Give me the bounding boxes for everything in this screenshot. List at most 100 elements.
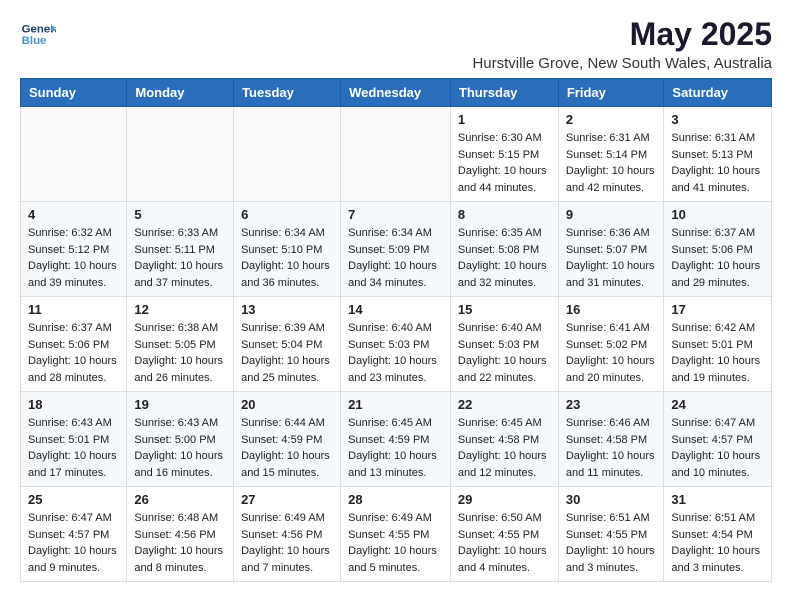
daylight-text: Daylight: 10 hours and 44 minutes.	[458, 163, 551, 196]
daylight-text: Daylight: 10 hours and 11 minutes.	[566, 448, 657, 481]
daylight-text: Daylight: 10 hours and 34 minutes.	[348, 258, 443, 291]
day-info: Sunrise: 6:49 AMSunset: 4:56 PMDaylight:…	[241, 510, 333, 576]
table-row: 23 Sunrise: 6:46 AMSunset: 4:58 PMDayligh…	[558, 392, 664, 487]
sunset-text: Sunset: 4:55 PM	[458, 527, 551, 544]
sunrise-text: Sunrise: 6:43 AM	[28, 415, 119, 432]
daylight-text: Daylight: 10 hours and 3 minutes.	[671, 543, 764, 576]
table-row	[234, 107, 341, 202]
daylight-text: Daylight: 10 hours and 37 minutes.	[134, 258, 226, 291]
daylight-text: Daylight: 10 hours and 4 minutes.	[458, 543, 551, 576]
day-info: Sunrise: 6:50 AMSunset: 4:55 PMDaylight:…	[458, 510, 551, 576]
sunrise-text: Sunrise: 6:40 AM	[458, 320, 551, 337]
table-row: 6Sunrise: 6:34 AMSunset: 5:10 PMDaylight…	[234, 202, 341, 297]
sunset-text: Sunset: 4:56 PM	[241, 527, 333, 544]
sunrise-text: Sunrise: 6:46 AM	[566, 415, 657, 432]
day-info: Sunrise: 6:51 AMSunset: 4:54 PMDaylight:…	[671, 510, 764, 576]
day-info: Sunrise: 6:44 AMSunset: 4:59 PMDaylight:…	[241, 415, 333, 481]
sunset-text: Sunset: 5:05 PM	[134, 337, 226, 354]
sunrise-text: Sunrise: 6:49 AM	[348, 510, 443, 527]
table-row	[21, 107, 127, 202]
day-info: Sunrise: 6:43 AMSunset: 5:00 PMDaylight:…	[134, 415, 226, 481]
calendar-week-row: 18 Sunrise: 6:43 AMSunset: 5:01 PMDayligh…	[21, 392, 772, 487]
table-row: 2Sunrise: 6:31 AMSunset: 5:14 PMDaylight…	[558, 107, 664, 202]
sunrise-text: Sunrise: 6:51 AM	[671, 510, 764, 527]
table-row: 7Sunrise: 6:34 AMSunset: 5:09 PMDaylight…	[341, 202, 451, 297]
daylight-text: Daylight: 10 hours and 36 minutes.	[241, 258, 333, 291]
sunrise-text: Sunrise: 6:35 AM	[458, 225, 551, 242]
calendar-week-row: 1 Sunrise: 6:30 AMSunset: 5:15 PMDaylight…	[21, 107, 772, 202]
day-number: 1	[458, 112, 551, 127]
sunrise-text: Sunrise: 6:37 AM	[671, 225, 764, 242]
sunrise-text: Sunrise: 6:37 AM	[28, 320, 119, 337]
sunset-text: Sunset: 4:56 PM	[134, 527, 226, 544]
sunrise-text: Sunrise: 6:48 AM	[134, 510, 226, 527]
calendar-week-row: 11Sunrise: 6:37 AMSunset: 5:06 PMDayligh…	[21, 297, 772, 392]
day-info: Sunrise: 6:38 AMSunset: 5:05 PMDaylight:…	[134, 320, 226, 386]
col-saturday: Saturday	[664, 79, 772, 107]
day-info: Sunrise: 6:31 AMSunset: 5:14 PMDaylight:…	[566, 130, 657, 196]
day-info: Sunrise: 6:40 AMSunset: 5:03 PMDaylight:…	[348, 320, 443, 386]
sunrise-text: Sunrise: 6:41 AM	[566, 320, 657, 337]
sunset-text: Sunset: 5:02 PM	[566, 337, 657, 354]
calendar-week-row: 25Sunrise: 6:47 AMSunset: 4:57 PMDayligh…	[21, 487, 772, 582]
sunset-text: Sunset: 5:06 PM	[28, 337, 119, 354]
table-row: 14 Sunrise: 6:40 AMSunset: 5:03 PMDayligh…	[341, 297, 451, 392]
sunrise-text: Sunrise: 6:47 AM	[28, 510, 119, 527]
daylight-text: Daylight: 10 hours and 22 minutes.	[458, 353, 551, 386]
table-row: 26 Sunrise: 6:48 AMSunset: 4:56 PMDayligh…	[127, 487, 234, 582]
daylight-text: Daylight: 10 hours and 29 minutes.	[671, 258, 764, 291]
day-number: 21	[348, 397, 443, 412]
table-row: 16Sunrise: 6:41 AMSunset: 5:02 PMDayligh…	[558, 297, 664, 392]
day-info: Sunrise: 6:36 AMSunset: 5:07 PMDaylight:…	[566, 225, 657, 291]
day-number: 22	[458, 397, 551, 412]
day-number: 24	[671, 397, 764, 412]
day-info: Sunrise: 6:30 AMSunset: 5:15 PMDaylight:…	[458, 130, 551, 196]
calendar-header-row: Sunday Monday Tuesday Wednesday Thursday…	[21, 79, 772, 107]
col-wednesday: Wednesday	[341, 79, 451, 107]
day-number: 31	[671, 492, 764, 507]
day-number: 27	[241, 492, 333, 507]
table-row: 21Sunrise: 6:45 AMSunset: 4:59 PMDayligh…	[341, 392, 451, 487]
table-row: 11Sunrise: 6:37 AMSunset: 5:06 PMDayligh…	[21, 297, 127, 392]
day-number: 19	[134, 397, 226, 412]
sunset-text: Sunset: 4:58 PM	[566, 432, 657, 449]
daylight-text: Daylight: 10 hours and 31 minutes.	[566, 258, 657, 291]
table-row: 18 Sunrise: 6:43 AMSunset: 5:01 PMDayligh…	[21, 392, 127, 487]
logo: General Blue	[20, 16, 56, 52]
day-info: Sunrise: 6:40 AMSunset: 5:03 PMDaylight:…	[458, 320, 551, 386]
day-info: Sunrise: 6:42 AMSunset: 5:01 PMDaylight:…	[671, 320, 764, 386]
table-row: 8Sunrise: 6:35 AMSunset: 5:08 PMDaylight…	[450, 202, 558, 297]
day-number: 15	[458, 302, 551, 317]
table-row: 19 Sunrise: 6:43 AMSunset: 5:00 PMDayligh…	[127, 392, 234, 487]
sunset-text: Sunset: 4:57 PM	[28, 527, 119, 544]
table-row: 5Sunrise: 6:33 AMSunset: 5:11 PMDaylight…	[127, 202, 234, 297]
sunrise-text: Sunrise: 6:43 AM	[134, 415, 226, 432]
day-number: 14	[348, 302, 443, 317]
calendar-table: Sunday Monday Tuesday Wednesday Thursday…	[20, 78, 772, 582]
sunrise-text: Sunrise: 6:51 AM	[566, 510, 657, 527]
sunrise-text: Sunrise: 6:38 AM	[134, 320, 226, 337]
table-row: 13Sunrise: 6:39 AMSunset: 5:04 PMDayligh…	[234, 297, 341, 392]
day-info: Sunrise: 6:41 AMSunset: 5:02 PMDaylight:…	[566, 320, 657, 386]
day-number: 5	[134, 207, 226, 222]
table-row: 3Sunrise: 6:31 AMSunset: 5:13 PMDaylight…	[664, 107, 772, 202]
sunrise-text: Sunrise: 6:42 AM	[671, 320, 764, 337]
day-info: Sunrise: 6:43 AMSunset: 5:01 PMDaylight:…	[28, 415, 119, 481]
daylight-text: Daylight: 10 hours and 20 minutes.	[566, 353, 657, 386]
day-number: 26	[134, 492, 226, 507]
day-info: Sunrise: 6:48 AMSunset: 4:56 PMDaylight:…	[134, 510, 226, 576]
col-sunday: Sunday	[21, 79, 127, 107]
day-number: 29	[458, 492, 551, 507]
svg-text:Blue: Blue	[22, 35, 47, 47]
day-number: 4	[28, 207, 119, 222]
sunrise-text: Sunrise: 6:40 AM	[348, 320, 443, 337]
sunset-text: Sunset: 5:01 PM	[671, 337, 764, 354]
day-number: 23	[566, 397, 657, 412]
sunrise-text: Sunrise: 6:34 AM	[348, 225, 443, 242]
day-info: Sunrise: 6:37 AMSunset: 5:06 PMDaylight:…	[28, 320, 119, 386]
svg-text:General: General	[22, 23, 56, 35]
day-info: Sunrise: 6:51 AMSunset: 4:55 PMDaylight:…	[566, 510, 657, 576]
daylight-text: Daylight: 10 hours and 3 minutes.	[566, 543, 657, 576]
day-number: 18	[28, 397, 119, 412]
daylight-text: Daylight: 10 hours and 12 minutes.	[458, 448, 551, 481]
